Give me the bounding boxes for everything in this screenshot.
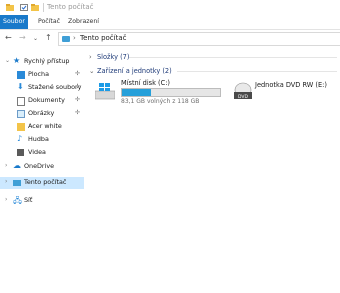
nav-item-pictures[interactable]: Obrázky ✢ [0,108,84,120]
dvd-label: DVD [238,94,248,100]
content-pane: › Složky (7) ⌄ Zařízení a jednotky (2) Mís… [85,48,340,293]
group-label: Složky (7) [97,53,130,61]
drive-usage-bar [121,88,221,97]
desktop-icon [17,71,25,79]
forward-arrow-icon[interactable]: → [19,33,26,42]
back-arrow-icon[interactable]: ← [5,33,12,42]
group-divider [177,71,337,72]
drive-e[interactable]: DVD Jednotka DVD RW (E:) [231,79,336,105]
expand-icon[interactable]: › [5,196,7,203]
network-icon: 🖧 [13,196,22,205]
drive-usage-fill [122,89,152,96]
chevron-right-icon[interactable]: › [89,53,97,61]
windows-drive-icon [95,83,115,100]
expand-icon[interactable]: ⌄ [5,57,10,64]
star-icon: ★ [13,56,21,65]
nav-label: Tento počítač [24,178,67,186]
ribbon: Soubor Počítač Zobrazení [0,15,340,30]
tab-computer[interactable]: Počítač [33,15,65,29]
nav-this-pc[interactable]: › Tento počítač [0,177,84,189]
nav-label: Hudba [28,135,49,143]
window-title: Tento počítač [47,3,94,11]
chevron-down-icon[interactable]: ⌄ [89,67,97,75]
document-icon [17,97,25,106]
up-arrow-icon[interactable]: ↑ [45,33,52,42]
nav-onedrive[interactable]: › ☁ OneDrive [0,161,84,173]
tab-view[interactable]: Zobrazení [63,15,104,29]
nav-label: Acer white [28,122,62,130]
properties-icon[interactable] [20,4,28,11]
computer-icon [62,36,70,42]
nav-item-documents[interactable]: Dokumenty ✢ [0,95,84,107]
expand-icon[interactable]: › [5,162,7,169]
nav-label: Dokumenty [28,96,65,104]
drive-free-space: 83,1 GB volných z 118 GB [121,98,200,105]
nav-label: Plocha [28,70,50,78]
group-devices[interactable]: ⌄ Zařízení a jednotky (2) [89,67,172,75]
address-box[interactable]: › Tento počítač [58,32,340,46]
title-bar: Tento počítač [0,0,340,16]
nav-label: Obrázky [28,109,55,117]
title-separator [43,3,44,12]
breadcrumb-chevron-icon[interactable]: › [73,34,76,42]
group-label: Zařízení a jednotky (2) [97,67,172,75]
nav-item-acer-white[interactable]: Acer white [0,121,84,133]
download-icon: ⬇ [17,82,24,91]
drive-name: Místní disk (C:) [121,79,170,87]
nav-item-desktop[interactable]: Plocha ✢ [0,69,84,81]
folder-icon [6,4,14,11]
group-divider [129,57,337,58]
drive-name: Jednotka DVD RW (E:) [255,81,327,89]
nav-label: OneDrive [24,162,55,170]
group-folders[interactable]: › Složky (7) [89,53,129,61]
nav-item-downloads[interactable]: ⬇ Stažené soubory ✢ [0,82,84,94]
drive-c[interactable]: Místní disk (C:) 83,1 GB volných z 118 G… [93,79,223,105]
nav-network[interactable]: › 🖧 Síť [0,195,84,207]
pin-icon[interactable]: ✢ [75,70,80,77]
nav-label: Rychlý přístup [24,57,70,65]
nav-label: Stažené soubory [28,83,82,91]
pin-icon[interactable]: ✢ [75,83,80,90]
dvd-drive-icon: DVD [234,82,252,100]
nav-label: Videa [28,148,46,156]
pictures-icon [17,110,25,118]
nav-quick-access[interactable]: ⌄ ★ Rychlý přístup [0,56,84,68]
cloud-icon: ☁ [13,161,21,170]
pin-icon[interactable]: ✢ [75,109,80,116]
tab-file[interactable]: Soubor [0,15,28,29]
nav-item-videos[interactable]: Videa [0,147,84,159]
folder-icon [17,123,25,131]
breadcrumb[interactable]: Tento počítač [80,34,126,42]
nav-item-music[interactable]: ♪ Hudba [0,134,84,146]
video-icon [17,149,24,156]
expand-icon[interactable]: › [5,178,7,185]
chevron-down-icon[interactable]: ⌄ [33,35,38,42]
navigation-pane: ⌄ ★ Rychlý přístup Plocha ✢ ⬇ Stažené so… [0,52,84,293]
new-folder-icon[interactable] [31,4,39,11]
pin-icon[interactable]: ✢ [75,96,80,103]
nav-label: Síť [24,196,33,204]
computer-icon [13,180,21,186]
address-bar-row: ← → ⌄ ↑ › Tento počítač [0,30,340,46]
music-icon: ♪ [17,134,23,143]
